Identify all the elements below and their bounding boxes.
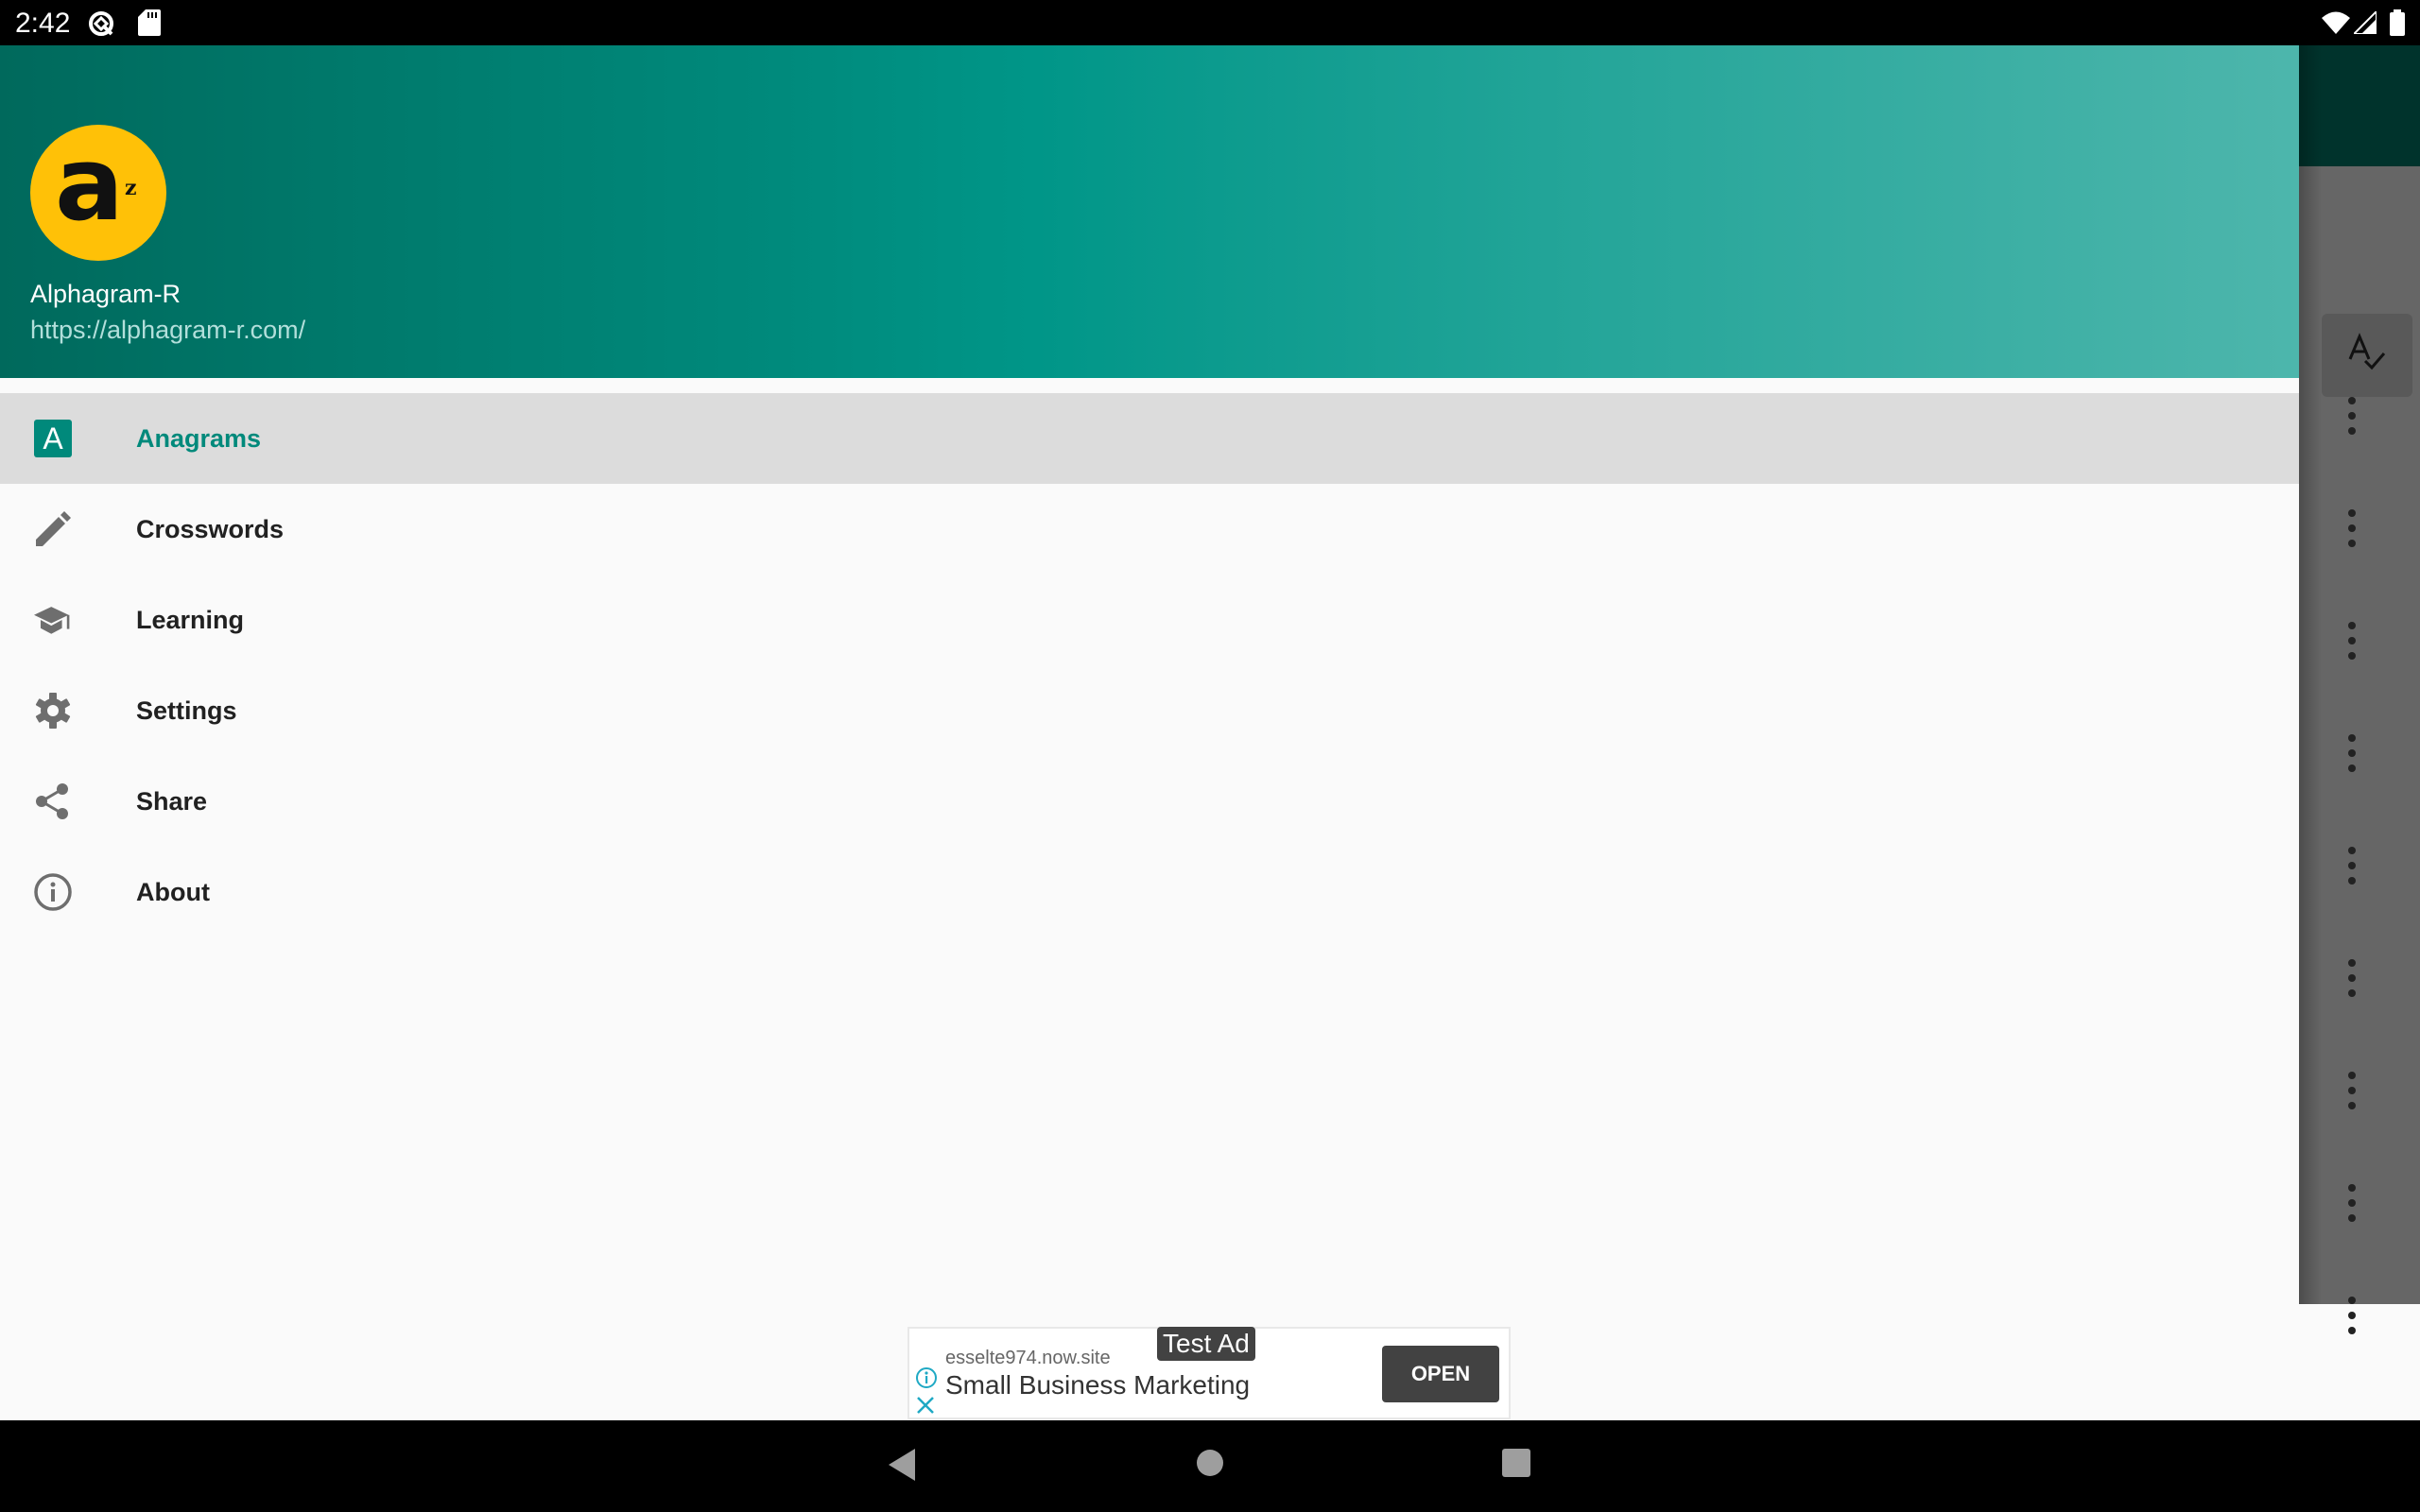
recents-icon[interactable] bbox=[1502, 1449, 1530, 1482]
more-vert-icon[interactable] bbox=[2341, 393, 2363, 438]
menu-item-label: Anagrams bbox=[136, 423, 262, 453]
app-logo-superscript: z bbox=[125, 176, 137, 200]
menu-item-settings[interactable]: Settings bbox=[0, 665, 2299, 756]
ad-banner[interactable]: Test Ad esselte974.now.site Small Busine… bbox=[908, 1327, 1511, 1419]
more-vert-icon[interactable] bbox=[2341, 843, 2363, 888]
gear-icon bbox=[34, 692, 72, 730]
menu-item-anagrams[interactable]: A Anagrams bbox=[0, 393, 2299, 484]
more-vert-icon[interactable] bbox=[2341, 730, 2363, 776]
menu-item-label: Crosswords bbox=[136, 514, 285, 543]
menu-item-share[interactable]: Share bbox=[0, 756, 2299, 847]
cell-signal-icon bbox=[2351, 9, 2377, 39]
ad-open-button[interactable]: OPEN bbox=[1382, 1346, 1499, 1402]
more-vert-icon[interactable] bbox=[2341, 506, 2363, 551]
drawer-header: a z Alphagram-R https://alphagram-r.com/ bbox=[0, 45, 2299, 378]
app-logo-avatar: a z bbox=[30, 125, 166, 261]
navigation-drawer: a z Alphagram-R https://alphagram-r.com/… bbox=[0, 45, 2299, 1304]
status-bar: 2:42 bbox=[0, 0, 2420, 45]
anagram-a-icon: A bbox=[34, 420, 72, 457]
menu-item-label: About bbox=[136, 877, 210, 906]
anagram-icon-letter: A bbox=[34, 420, 72, 457]
home-icon[interactable] bbox=[1196, 1449, 1224, 1482]
background-app-bar bbox=[2299, 45, 2420, 166]
app-url[interactable]: https://alphagram-r.com/ bbox=[30, 316, 305, 345]
battery-icon bbox=[2390, 9, 2405, 41]
menu-item-label: Settings bbox=[136, 696, 237, 725]
test-ad-badge: Test Ad bbox=[1157, 1327, 1255, 1361]
spellcheck-icon bbox=[2346, 332, 2388, 379]
school-icon bbox=[34, 601, 72, 639]
more-vert-icon[interactable] bbox=[2341, 1293, 2363, 1338]
spellcheck-button[interactable] bbox=[2322, 314, 2412, 397]
menu-item-learning[interactable]: Learning bbox=[0, 575, 2299, 665]
system-nav-bar bbox=[0, 1420, 2420, 1512]
background-content-scrim[interactable] bbox=[2299, 166, 2420, 1334]
back-icon[interactable] bbox=[889, 1449, 917, 1486]
menu-item-label: Learning bbox=[136, 605, 245, 634]
app-logo-letter: a bbox=[55, 126, 124, 244]
status-time: 2:42 bbox=[15, 8, 71, 39]
drawer-menu: A Anagrams Crosswords Learning Settings … bbox=[0, 393, 2299, 937]
screen: 2:42 a z Alphagram-R https://alphagram-r… bbox=[0, 0, 2420, 1512]
menu-item-crosswords[interactable]: Crosswords bbox=[0, 484, 2299, 575]
background-app bbox=[2299, 45, 2420, 1334]
ad-title[interactable]: Small Business Marketing bbox=[945, 1370, 1250, 1400]
vpn-key-icon bbox=[87, 9, 115, 43]
menu-item-about[interactable]: About bbox=[0, 847, 2299, 937]
app-name: Alphagram-R bbox=[30, 280, 182, 308]
ad-info-icon[interactable] bbox=[915, 1366, 938, 1394]
share-icon bbox=[34, 782, 72, 820]
more-vert-icon[interactable] bbox=[2341, 955, 2363, 1001]
more-vert-icon[interactable] bbox=[2341, 618, 2363, 663]
wifi-icon bbox=[2322, 11, 2350, 39]
more-vert-icon[interactable] bbox=[2341, 1180, 2363, 1226]
menu-item-label: Share bbox=[136, 786, 208, 816]
pencil-icon bbox=[34, 510, 72, 548]
more-vert-icon[interactable] bbox=[2341, 1068, 2363, 1113]
ad-close-icon[interactable] bbox=[915, 1395, 936, 1420]
sd-card-icon bbox=[138, 9, 161, 41]
info-icon bbox=[34, 873, 72, 911]
ad-domain: esselte974.now.site bbox=[945, 1348, 1111, 1368]
